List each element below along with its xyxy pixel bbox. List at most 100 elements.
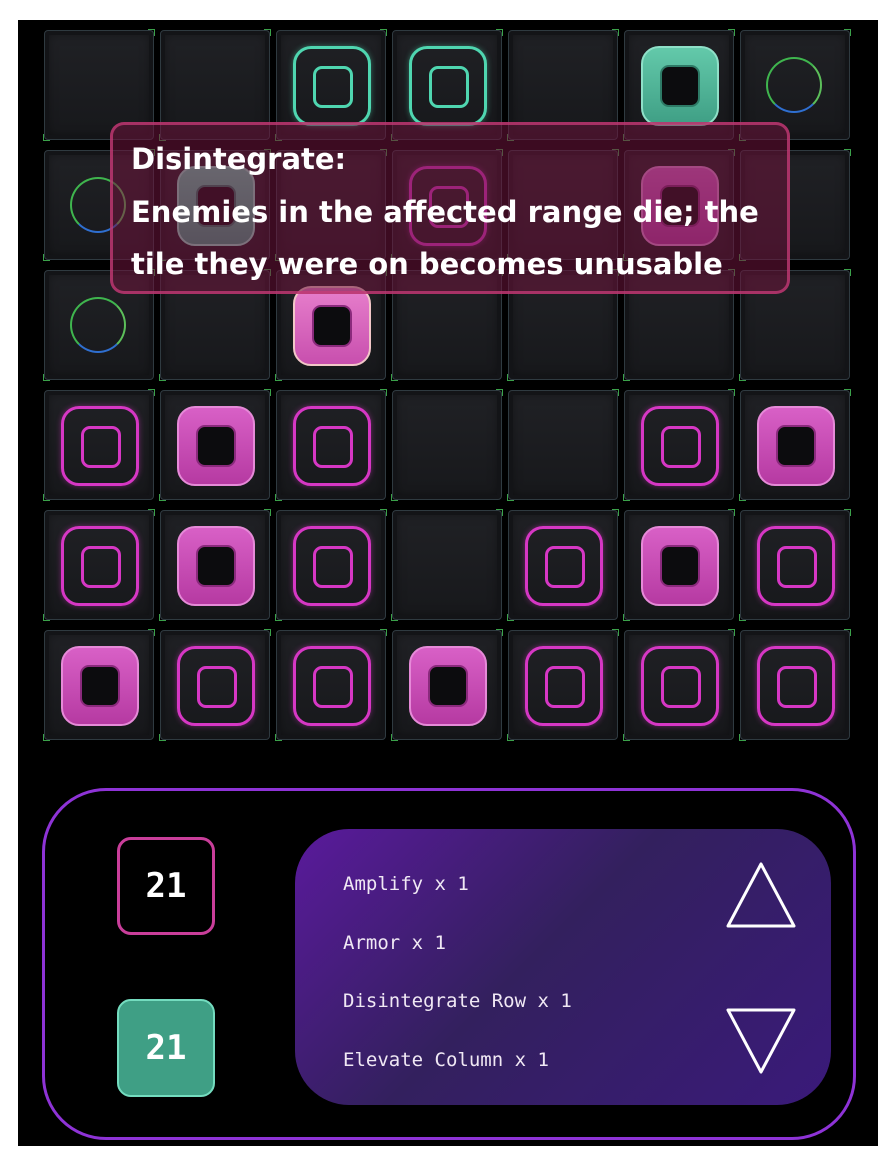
enemy-piece-outline[interactable] — [293, 526, 371, 606]
cell-corner — [739, 734, 746, 741]
enemy-piece-outline[interactable] — [61, 406, 139, 486]
piece-core — [660, 65, 700, 107]
game-stage: Disintegrate: Enemies in the affected ra… — [18, 20, 878, 1146]
piece-core — [777, 546, 817, 588]
placement-ring-icon[interactable] — [70, 297, 126, 353]
cell-corner — [728, 629, 735, 636]
enemy-piece-filled[interactable] — [293, 286, 371, 366]
cell-corner — [380, 509, 387, 516]
board-cell[interactable] — [275, 389, 387, 501]
card-list: Amplify x 1 Armor x 1 Disintegrate Row x… — [295, 829, 831, 1105]
piece-core — [312, 305, 352, 347]
board-cell[interactable] — [391, 389, 503, 501]
enemy-piece-outline[interactable] — [177, 646, 255, 726]
cell-corner — [391, 614, 398, 621]
card-item-disintegrate-row[interactable]: Disintegrate Row x 1 — [343, 990, 572, 1012]
placement-ring-icon[interactable] — [766, 57, 822, 113]
board-cell[interactable] — [507, 389, 619, 501]
cell-corner — [612, 29, 619, 36]
cell-corner — [264, 509, 271, 516]
enemy-piece-filled[interactable] — [177, 526, 255, 606]
piece-core — [429, 66, 469, 108]
board-cell[interactable] — [43, 629, 155, 741]
piece-core — [196, 545, 236, 587]
board-cell[interactable] — [43, 389, 155, 501]
cell-corner — [844, 149, 851, 156]
cell-corner — [380, 29, 387, 36]
piece-core — [545, 546, 585, 588]
triangle-down-icon[interactable] — [723, 1005, 799, 1077]
piece-core — [81, 426, 121, 468]
piece-core — [545, 666, 585, 708]
enemy-piece-filled[interactable] — [641, 526, 719, 606]
enemy-piece-filled[interactable] — [757, 406, 835, 486]
enemy-piece-outline[interactable] — [525, 526, 603, 606]
cell-corner — [148, 509, 155, 516]
cell-corner — [43, 494, 50, 501]
cell-corner — [275, 374, 282, 381]
player-piece-counter: 21 — [117, 999, 215, 1097]
piece-core — [428, 665, 468, 707]
board-cell[interactable] — [623, 629, 735, 741]
cell-corner — [844, 269, 851, 276]
board-cell[interactable] — [391, 509, 503, 621]
card-item-amplify[interactable]: Amplify x 1 — [343, 873, 469, 895]
board-cell[interactable] — [275, 629, 387, 741]
board-cell[interactable] — [391, 629, 503, 741]
cell-corner — [275, 494, 282, 501]
board-cell[interactable] — [159, 389, 271, 501]
board-cell[interactable] — [739, 509, 851, 621]
enemy-piece-outline[interactable] — [293, 646, 371, 726]
board-cell[interactable] — [159, 629, 271, 741]
cell-corner — [43, 614, 50, 621]
piece-core — [661, 666, 701, 708]
player-piece-filled[interactable] — [641, 46, 719, 126]
board-cell[interactable] — [507, 509, 619, 621]
cell-corner — [391, 734, 398, 741]
card-item-elevate-column[interactable]: Elevate Column x 1 — [343, 1049, 549, 1071]
enemy-piece-outline[interactable] — [757, 646, 835, 726]
board-cell[interactable] — [623, 509, 735, 621]
cell-corner — [159, 374, 166, 381]
cell-corner — [623, 494, 630, 501]
cell-corner — [380, 389, 387, 396]
enemy-piece-outline[interactable] — [757, 526, 835, 606]
player-piece-outline[interactable] — [409, 46, 487, 126]
cell-corner — [623, 614, 630, 621]
cell-corner — [159, 734, 166, 741]
enemy-piece-filled[interactable] — [177, 406, 255, 486]
board-cell[interactable] — [43, 509, 155, 621]
board-cell[interactable] — [739, 389, 851, 501]
cell-corner — [148, 29, 155, 36]
enemy-piece-outline[interactable] — [641, 406, 719, 486]
cell-corner — [43, 734, 50, 741]
cell-corner — [844, 29, 851, 36]
cell-corner — [728, 509, 735, 516]
piece-core — [313, 666, 353, 708]
cell-corner — [507, 734, 514, 741]
board-cell[interactable] — [159, 509, 271, 621]
card-item-armor[interactable]: Armor x 1 — [343, 932, 446, 954]
piece-core — [660, 545, 700, 587]
enemy-piece-outline[interactable] — [641, 646, 719, 726]
piece-core — [197, 666, 237, 708]
piece-core — [777, 666, 817, 708]
cell-corner — [507, 494, 514, 501]
enemy-piece-outline[interactable] — [293, 406, 371, 486]
enemy-piece-outline[interactable] — [525, 646, 603, 726]
triangle-up-icon[interactable] — [723, 859, 799, 931]
enemy-piece-filled[interactable] — [409, 646, 487, 726]
board-cell[interactable] — [739, 629, 851, 741]
enemy-piece-outline[interactable] — [61, 526, 139, 606]
cell-corner — [275, 734, 282, 741]
board-cell[interactable] — [507, 629, 619, 741]
cell-corner — [496, 29, 503, 36]
cell-corner — [43, 374, 50, 381]
board-cell[interactable] — [275, 509, 387, 621]
piece-core — [661, 426, 701, 468]
board-cell[interactable] — [623, 389, 735, 501]
enemy-piece-filled[interactable] — [61, 646, 139, 726]
piece-core — [81, 546, 121, 588]
player-piece-outline[interactable] — [293, 46, 371, 126]
tooltip-title: Disintegrate: — [131, 142, 347, 176]
